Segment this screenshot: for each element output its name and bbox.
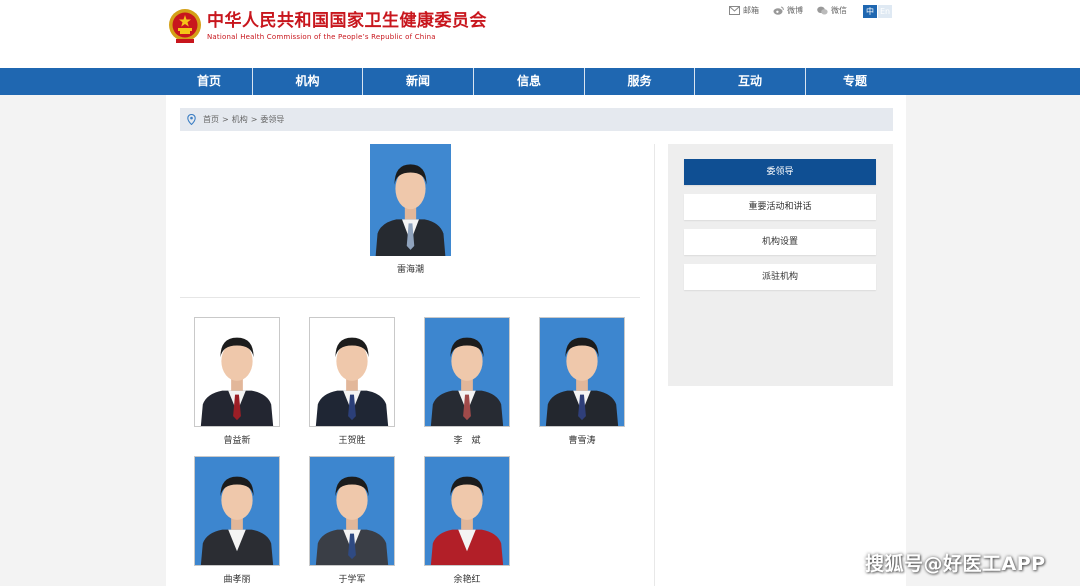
leader-name[interactable]: 李 斌 [424, 433, 510, 446]
portrait-image [540, 318, 624, 426]
weibo-link[interactable]: 微博 [773, 5, 803, 16]
location-pin-icon [187, 114, 196, 125]
leader-name[interactable]: 曹雪涛 [539, 433, 625, 446]
leader-photo[interactable] [539, 317, 625, 427]
leader-photo[interactable] [424, 317, 510, 427]
leader-name-head[interactable]: 雷海潮 [370, 262, 451, 275]
leader-photo[interactable] [424, 456, 510, 566]
site-logo[interactable]: 中华人民共和国国家卫生健康委员会 National Health Commiss… [168, 7, 487, 45]
leader-photo[interactable] [309, 456, 395, 566]
portrait-image [310, 457, 394, 565]
sidebar-item-stationed[interactable]: 派驻机构 [684, 264, 876, 290]
site-title-cn: 中华人民共和国国家卫生健康委员会 [207, 11, 487, 31]
nav-topics[interactable]: 专题 [806, 68, 904, 95]
portrait-image [195, 457, 279, 565]
mail-icon [729, 6, 740, 15]
breadcrumb-current: 委领导 [260, 115, 285, 124]
sidebar-item-structure[interactable]: 机构设置 [684, 229, 876, 255]
weibo-link-label: 微博 [787, 6, 803, 15]
column-divider [654, 144, 655, 586]
wechat-icon [817, 6, 828, 15]
breadcrumb-home[interactable]: 首页 [203, 114, 219, 125]
weibo-icon [773, 6, 784, 15]
portrait-image [425, 318, 509, 426]
sidebar-item-leaders[interactable]: 委领导 [684, 159, 876, 185]
portrait-image [310, 318, 394, 426]
portrait-image [370, 144, 451, 256]
watermark: 搜狐号@好医工APP [865, 553, 1046, 575]
lang-zh-button[interactable]: 中 [863, 5, 877, 18]
breadcrumb: 首页 > 机构 > 委领导 [180, 108, 893, 131]
lang-en-button[interactable]: En [878, 5, 892, 18]
section-divider [180, 297, 640, 298]
wechat-link[interactable]: 微信 [817, 5, 847, 16]
leader-photo[interactable] [194, 456, 280, 566]
breadcrumb-separator: > [250, 115, 258, 124]
wechat-link-label: 微信 [831, 6, 847, 15]
nav-news[interactable]: 新闻 [363, 68, 473, 95]
nav-home[interactable]: 首页 [166, 68, 252, 95]
portrait-image [195, 318, 279, 426]
nav-interaction[interactable]: 互动 [695, 68, 805, 95]
nav-institutions[interactable]: 机构 [253, 68, 362, 95]
national-emblem-icon [169, 9, 201, 43]
leader-name[interactable]: 余艳红 [424, 572, 510, 585]
language-switch: 中 En [863, 5, 892, 18]
mail-link[interactable]: 邮箱 [729, 5, 759, 16]
nav-information[interactable]: 信息 [474, 68, 584, 95]
top-links: 邮箱 微博 微信 [729, 5, 847, 16]
leader-name[interactable]: 曾益新 [194, 433, 280, 446]
portrait-image [425, 457, 509, 565]
breadcrumb-separator: > [222, 115, 229, 124]
leader-name[interactable]: 于学军 [309, 572, 395, 585]
site-header: 中华人民共和国国家卫生健康委员会 National Health Commiss… [0, 0, 1080, 68]
leader-name[interactable]: 王贺胜 [309, 433, 395, 446]
breadcrumb-institutions[interactable]: 机构 [232, 114, 248, 125]
sidebar-item-activities[interactable]: 重要活动和讲话 [684, 194, 876, 220]
mail-link-label: 邮箱 [743, 6, 759, 15]
leader-photo-head[interactable] [370, 144, 451, 256]
leader-photo[interactable] [309, 317, 395, 427]
nav-services[interactable]: 服务 [585, 68, 694, 95]
main-nav: 首页 机构 新闻 信息 服务 互动 专题 [0, 68, 1080, 95]
leader-name[interactable]: 曲孝丽 [194, 572, 280, 585]
leader-photo[interactable] [194, 317, 280, 427]
site-title-en: National Health Commission of the People… [207, 33, 436, 41]
